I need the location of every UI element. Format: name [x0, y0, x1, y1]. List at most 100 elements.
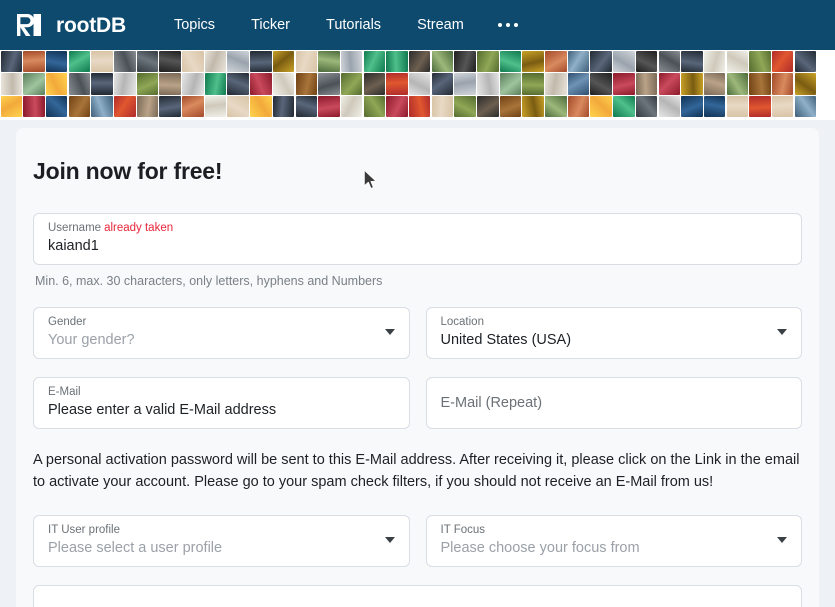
avatar-thumbnail — [340, 95, 363, 118]
username-error-text: already taken — [104, 222, 174, 234]
page-title: Join now for free! — [33, 158, 223, 184]
location-value: United States (USA) — [440, 332, 572, 348]
avatar-thumbnail — [23, 50, 45, 73]
nav-item-ticker[interactable]: Ticker — [233, 9, 308, 41]
gender-location-row: Gender Your gender? Location United Stat… — [33, 307, 802, 359]
avatar-thumbnail — [477, 50, 499, 73]
gender-value: Your gender? — [48, 332, 135, 348]
avatar-thumbnail — [23, 73, 45, 95]
avatar-thumbnail — [340, 73, 363, 95]
avatar-thumbnail — [0, 95, 23, 118]
location-select[interactable]: Location United States (USA) — [425, 307, 802, 359]
avatar-thumbnail — [567, 73, 590, 95]
location-field-group: Location United States (USA) — [425, 307, 802, 359]
it-user-profile-select[interactable]: IT User profile Please select a user pro… — [33, 515, 410, 567]
ellipsis-dot — [505, 23, 510, 27]
email-value: Please enter a valid E-Mail address — [48, 402, 277, 418]
next-field-group — [33, 585, 802, 607]
ellipsis-dot — [497, 23, 502, 27]
avatar-thumbnail — [635, 50, 658, 73]
avatar-thumbnail — [681, 50, 703, 73]
avatar-thumbnail — [45, 95, 68, 118]
rootdb-r-logo-icon — [14, 10, 44, 40]
avatar-thumbnail — [23, 95, 45, 118]
email-repeat-label: E-Mail (Repeat) — [440, 395, 543, 411]
username-label: Username already taken — [48, 222, 174, 234]
username-helper-text: Min. 6, max. 30 characters, only letters… — [35, 274, 383, 288]
avatar-thumbnail — [703, 73, 726, 95]
avatar-thumbnail — [136, 50, 159, 73]
avatar-thumbnail — [295, 50, 318, 73]
avatar-thumbnail — [545, 95, 567, 118]
avatar-thumbnail — [477, 95, 499, 118]
avatar-thumbnail — [658, 50, 681, 73]
brand-title: rootDB — [56, 13, 126, 37]
avatar-thumbnail — [136, 95, 159, 118]
nav-link-topics[interactable]: Topics — [156, 9, 233, 41]
avatar-thumbnail — [204, 73, 227, 95]
avatar-thumbnail — [91, 50, 113, 73]
avatar-thumbnail — [749, 95, 771, 118]
nav-item-stream[interactable]: Stream — [399, 9, 482, 41]
it-focus-value: Please choose your focus from — [440, 540, 640, 556]
next-input[interactable] — [33, 585, 802, 607]
it-profile-row: IT User profile Please select a user pro… — [33, 515, 802, 567]
avatar-thumbnail — [499, 73, 522, 95]
top-navigation-bar: rootDB Topics Ticker Tutorials Stream — [0, 0, 835, 50]
email-repeat-field-group: E-Mail (Repeat) — [425, 377, 802, 429]
avatar-thumbnail — [590, 73, 612, 95]
avatar-thumbnail — [227, 95, 249, 118]
avatar-thumbnail — [794, 95, 817, 118]
avatar-thumbnail — [182, 95, 204, 118]
chevron-down-icon[interactable] — [777, 537, 787, 543]
nav-item-topics[interactable]: Topics — [156, 9, 233, 41]
avatar-thumbnail — [318, 95, 340, 118]
chevron-down-icon[interactable] — [384, 329, 395, 335]
avatar-thumbnail — [159, 95, 181, 118]
avatar-thumbnail — [703, 50, 726, 73]
username-input[interactable]: Username already taken kaiand1 — [33, 213, 802, 265]
nav-link-stream[interactable]: Stream — [399, 9, 482, 41]
brand-home-link[interactable]: rootDB — [14, 10, 126, 40]
avatar-thumbnail — [114, 73, 136, 95]
avatar-thumbnail — [363, 73, 386, 95]
it-focus-select[interactable]: IT Focus Please choose your focus from — [425, 515, 802, 567]
email-field-group: E-Mail Please enter a valid E-Mail addre… — [33, 377, 410, 429]
nav-item-tutorials[interactable]: Tutorials — [308, 9, 399, 41]
avatar-thumbnail — [272, 73, 295, 95]
email-input[interactable]: E-Mail Please enter a valid E-Mail addre… — [33, 377, 410, 429]
avatar-thumbnail — [613, 95, 635, 118]
avatar-thumbnail — [386, 73, 408, 95]
avatar-thumbnail — [204, 50, 227, 73]
avatar-thumbnail — [0, 50, 23, 73]
avatar-thumbnail — [749, 50, 771, 73]
avatar-thumbnail — [567, 50, 590, 73]
avatar-thumbnail — [749, 73, 771, 95]
avatar-thumbnail — [136, 73, 159, 95]
chevron-down-icon[interactable] — [777, 329, 787, 335]
avatar-thumbnail — [182, 50, 204, 73]
email-repeat-input[interactable]: E-Mail (Repeat) — [425, 377, 802, 429]
avatar-thumbnail — [159, 73, 181, 95]
avatar-thumbnail — [522, 73, 544, 95]
avatar-thumbnail — [703, 95, 726, 118]
gender-select[interactable]: Gender Your gender? — [33, 307, 410, 359]
avatar-thumbnail — [431, 73, 454, 95]
avatar-thumbnail — [499, 50, 522, 73]
nav-link-ticker[interactable]: Ticker — [233, 9, 308, 41]
avatar-thumbnail — [454, 50, 476, 73]
chevron-down-icon[interactable] — [384, 537, 395, 543]
nav-link-tutorials[interactable]: Tutorials — [308, 9, 399, 41]
avatar-thumbnail — [363, 95, 386, 118]
it-user-profile-field-group: IT User profile Please select a user pro… — [33, 515, 410, 567]
avatar-thumbnail — [545, 73, 567, 95]
avatar-thumbnail — [771, 50, 794, 73]
it-user-profile-label: IT User profile — [48, 524, 121, 536]
avatar-thumbnail — [318, 50, 340, 73]
it-focus-field-group: IT Focus Please choose your focus from — [425, 515, 802, 567]
avatar-thumbnail — [45, 73, 68, 95]
email-label: E-Mail — [48, 386, 81, 398]
ellipsis-horizontal-icon[interactable] — [482, 15, 534, 35]
